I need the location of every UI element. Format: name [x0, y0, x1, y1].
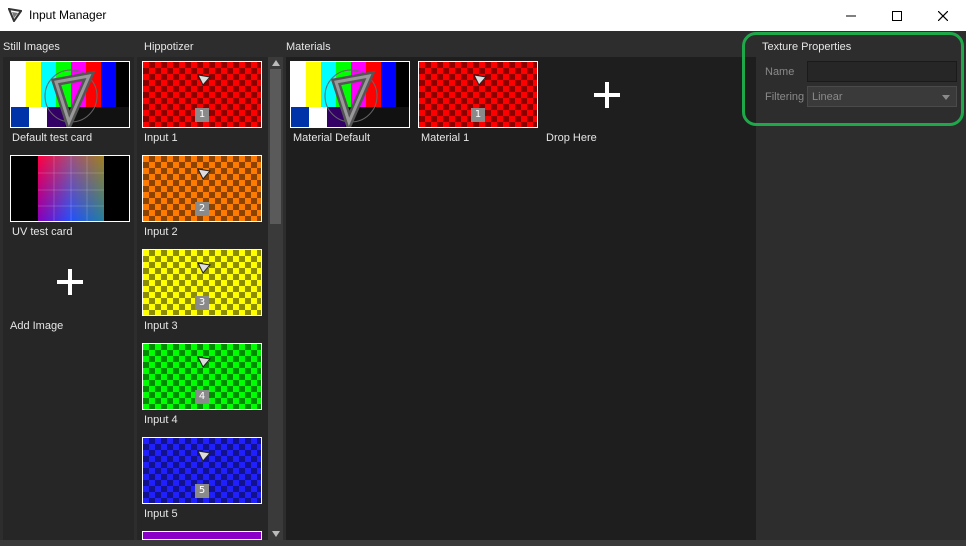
scroll-up-icon	[271, 60, 280, 66]
hippo-logo-icon	[197, 74, 211, 86]
drop-here-plus-icon[interactable]	[594, 82, 620, 108]
input-number-badge: 4	[195, 390, 209, 404]
hippotizer-input-label: Input 4	[144, 414, 178, 426]
checker-pattern: 1	[143, 62, 261, 127]
default-test-card-thumbnail[interactable]	[10, 61, 130, 128]
hippotizer-input-thumbnail[interactable]	[142, 531, 262, 540]
texture-properties-highlight	[742, 32, 964, 126]
still-images-panel	[3, 57, 134, 540]
bottom-status-bar	[0, 540, 966, 546]
window-title: Input Manager	[29, 8, 107, 22]
maximize-icon	[892, 10, 902, 21]
hippotizer-input-thumbnail[interactable]: 1	[142, 61, 262, 128]
hippotizer-input-thumbnail[interactable]: 5	[142, 437, 262, 504]
input-manager-window: Input Manager Still Images Hippotizer Ma…	[0, 0, 966, 546]
input-number-badge: 3	[195, 296, 209, 310]
drop-here-label: Drop Here	[546, 132, 597, 144]
checker-pattern: 5	[143, 438, 261, 503]
checker-pattern: 2	[143, 156, 261, 221]
hippotizer-header: Hippotizer	[144, 41, 194, 53]
add-image-plus-icon[interactable]	[57, 269, 83, 295]
scroll-down-arrow[interactable]	[268, 528, 283, 540]
still-images-header: Still Images	[3, 41, 60, 53]
hippotizer-input-label: Input 2	[144, 226, 178, 238]
material-default-thumbnail[interactable]	[290, 61, 410, 128]
uv-test-card-image	[11, 156, 129, 221]
scroll-thumb[interactable]	[270, 69, 281, 224]
hippotizer-input-label: Input 5	[144, 508, 178, 520]
checker-pattern: 4	[143, 344, 261, 409]
material-label: Material Default	[293, 132, 371, 144]
input-number-badge: 1	[471, 108, 485, 122]
scroll-up-arrow[interactable]	[268, 57, 283, 69]
material-label: Material 1	[421, 132, 470, 144]
hippotizer-input-thumbnail[interactable]: 4	[142, 343, 262, 410]
uv-test-card-thumbnail[interactable]	[10, 155, 130, 222]
materials-panel	[286, 57, 756, 540]
checker-pattern: 3	[143, 250, 261, 315]
texture-properties-panel	[758, 57, 963, 540]
close-icon	[938, 10, 948, 21]
hippotizer-scrollbar[interactable]	[268, 57, 283, 540]
hippotizer-input-thumbnail[interactable]: 2	[142, 155, 262, 222]
hippotizer-input-label: Input 1	[144, 132, 178, 144]
minimize-button[interactable]	[828, 0, 874, 31]
materials-header: Materials	[286, 41, 331, 53]
title-bar: Input Manager	[0, 0, 966, 31]
hippotizer-input-thumbnail[interactable]: 3	[142, 249, 262, 316]
test-card-image	[11, 62, 129, 127]
add-image-label[interactable]: Add Image	[10, 320, 63, 332]
input-number-badge: 1	[195, 108, 209, 122]
still-image-label: UV test card	[12, 226, 73, 238]
input-number-badge: 5	[195, 484, 209, 498]
still-image-label: Default test card	[12, 132, 93, 144]
scroll-down-icon	[271, 531, 280, 537]
checker-pattern: 1	[419, 62, 537, 127]
close-button[interactable]	[920, 0, 966, 31]
maximize-button[interactable]	[874, 0, 920, 31]
hippo-logo-icon	[197, 450, 211, 462]
hippo-logo-icon	[197, 356, 211, 368]
input-number-badge: 2	[195, 202, 209, 216]
material-1-thumbnail[interactable]: 1	[418, 61, 538, 128]
hippotizer-input-label: Input 3	[144, 320, 178, 332]
hippo-logo-icon	[197, 168, 211, 180]
hippo-logo-icon	[197, 262, 211, 274]
hippo-logo-icon	[473, 74, 487, 86]
test-card-image	[291, 62, 409, 127]
minimize-icon	[846, 15, 856, 16]
app-logo-icon	[8, 8, 22, 22]
